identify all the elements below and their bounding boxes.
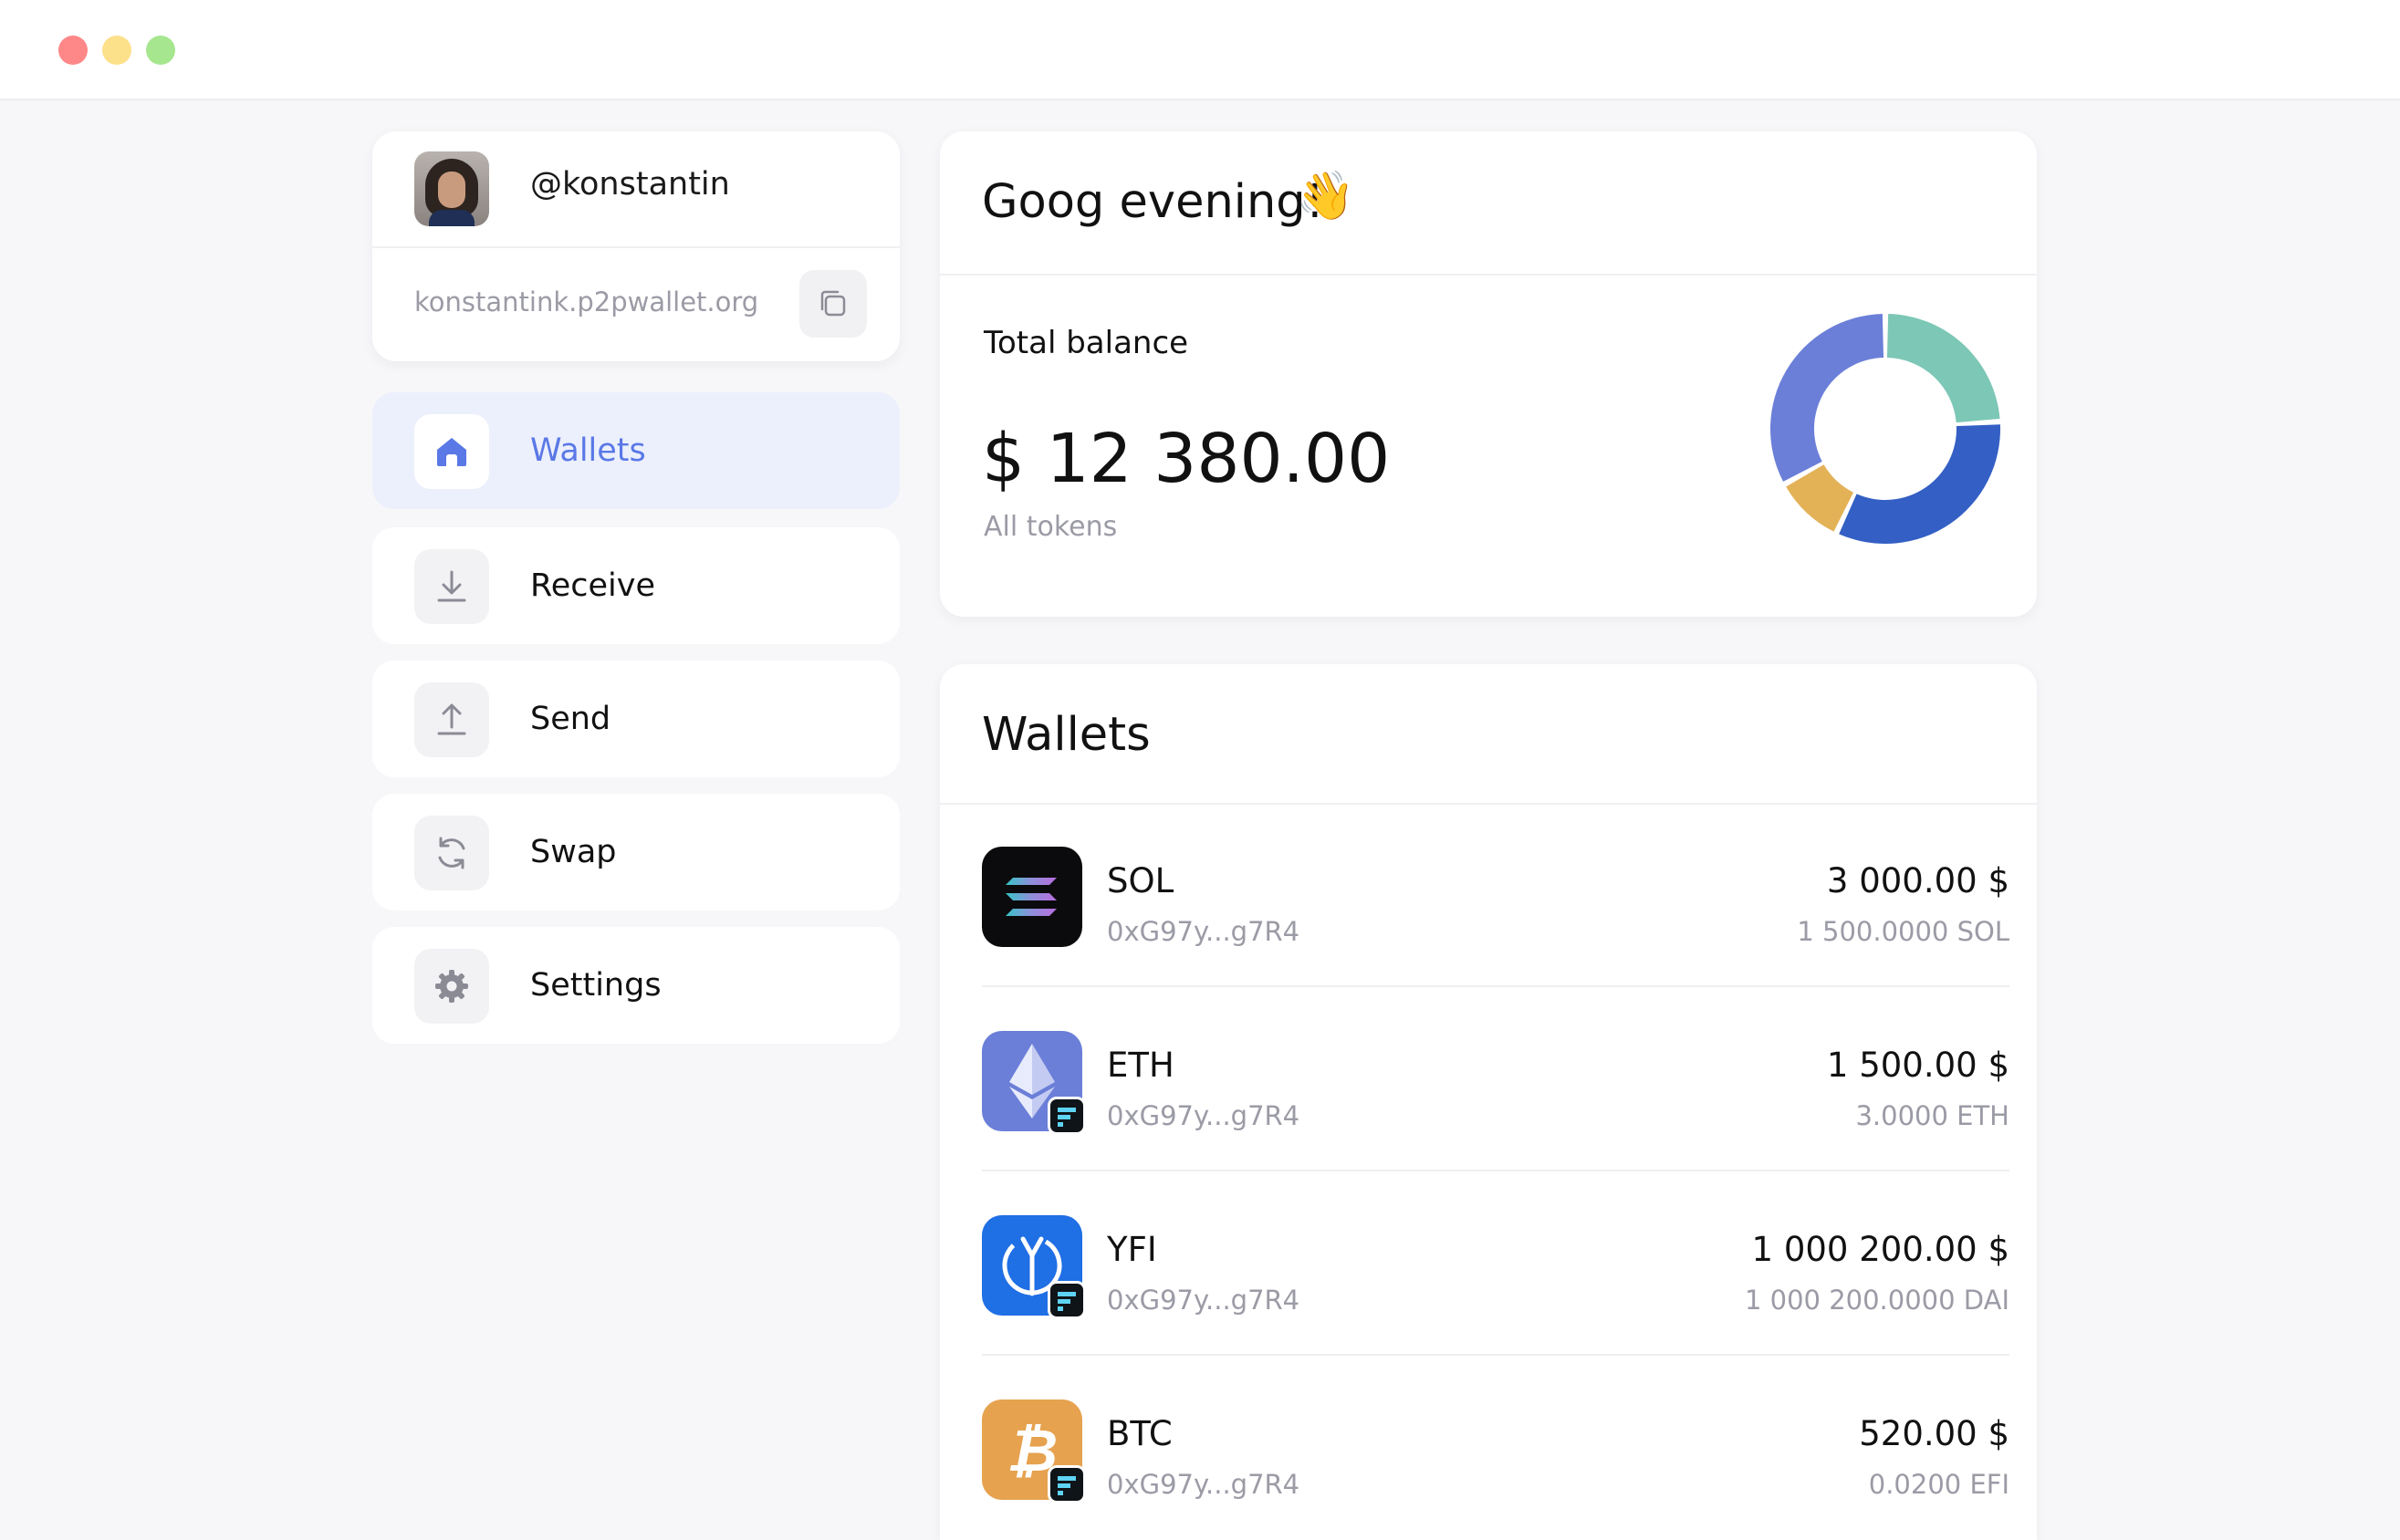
ethereum-logo-icon (982, 1031, 1086, 1135)
wallet-address: 0xG97y...g7R4 (1107, 1285, 1300, 1316)
sidebar-item-label: Wallets (530, 432, 646, 469)
wallet-token-amount: 3.0000 ETH (1855, 1100, 2009, 1131)
home-icon (414, 414, 489, 489)
avatar[interactable] (414, 151, 489, 226)
solana-logo-icon (982, 847, 1082, 947)
chain-badge-icon (1048, 1465, 1086, 1504)
sidebar-item-label: Receive (530, 567, 656, 604)
maximize-window-button[interactable] (146, 36, 175, 65)
copy-icon (820, 290, 846, 317)
chain-badge-icon (1048, 1097, 1086, 1135)
donut-slice-btc (1770, 314, 1884, 482)
wallet-row-btc[interactable]: ₿ BTC 0xG97y...g7R4 520.00 $ 0.0200 EFI (982, 1358, 2009, 1540)
window-titlebar (0, 0, 2400, 100)
wallet-token-amount: 1 500.0000 SOL (1797, 916, 2009, 947)
total-balance-label: Total balance (984, 325, 1189, 361)
username-handle: @konstantin (530, 166, 730, 203)
bitcoin-logo-icon: ₿ (982, 1400, 1086, 1504)
divider (982, 1170, 2009, 1171)
divider (372, 246, 900, 248)
sidebar-item-label: Send (530, 701, 611, 737)
balance-card: Goog evening! 👋 Total balance $ 12 380.0… (940, 131, 2037, 617)
wallet-symbol: YFI (1107, 1230, 1157, 1269)
wallet-symbol: SOL (1107, 861, 1174, 900)
wallets-card: Wallets SOL 0xG97y...g7R4 3 000.00 $ 1 5… (940, 664, 2037, 1540)
divider (982, 1354, 2009, 1356)
upload-icon (414, 682, 489, 757)
sidebar-item-send[interactable]: Send (372, 661, 900, 777)
yearn-logo-icon (982, 1215, 1086, 1319)
close-window-button[interactable] (58, 36, 88, 65)
wallet-usd-value: 1 000 200.00 $ (1751, 1230, 2009, 1269)
wallet-address: 0xG97y...g7R4 (1107, 1100, 1300, 1131)
wallet-address: 0xG97y...g7R4 (1107, 1469, 1300, 1500)
wallet-symbol: ETH (1107, 1046, 1174, 1085)
greeting-title: Goog evening! (982, 175, 1325, 229)
wallet-address: 0xG97y...g7R4 (1107, 916, 1300, 947)
refresh-icon (414, 816, 489, 890)
donut-slice-sol (1886, 314, 2000, 423)
donut-slice-eth (1839, 424, 2000, 544)
minimize-window-button[interactable] (102, 36, 131, 65)
wallet-domain: konstantink.p2pwallet.org (414, 286, 759, 317)
copy-domain-button[interactable] (799, 270, 867, 338)
wallet-token-amount: 0.0200 EFI (1868, 1469, 2009, 1500)
wallets-title: Wallets (982, 708, 1151, 762)
profile-card: @konstantin konstantink.p2pwallet.org (372, 131, 900, 361)
wallet-usd-value: 1 500.00 $ (1826, 1046, 2009, 1085)
divider (982, 985, 2009, 987)
wallet-row-yfi[interactable]: YFI 0xG97y...g7R4 1 000 200.00 $ 1 000 2… (982, 1173, 2009, 1356)
wallet-token-amount: 1 000 200.0000 DAI (1744, 1285, 2009, 1316)
sidebar-item-wallets[interactable]: Wallets (372, 392, 900, 509)
wallet-usd-value: 3 000.00 $ (1826, 861, 2009, 900)
waving-hand-icon: 👋 (1296, 169, 1355, 224)
gear-icon (414, 949, 489, 1024)
download-icon (414, 549, 489, 624)
chain-badge-icon (1048, 1281, 1086, 1319)
sidebar-item-label: Settings (530, 967, 662, 1004)
divider (940, 274, 2037, 276)
sidebar-item-settings[interactable]: Settings (372, 927, 900, 1044)
sidebar-item-swap[interactable]: Swap (372, 794, 900, 910)
sidebar-item-receive[interactable]: Receive (372, 527, 900, 644)
sidebar-item-label: Swap (530, 834, 617, 870)
total-balance-value: $ 12 380.00 (982, 420, 1391, 498)
wallet-symbol: BTC (1107, 1414, 1173, 1453)
wallet-row-eth[interactable]: ETH 0xG97y...g7R4 1 500.00 $ 3.0000 ETH (982, 989, 2009, 1171)
total-balance-subtitle: All tokens (984, 511, 1118, 543)
balance-donut-chart (1770, 314, 2000, 544)
wallet-usd-value: 520.00 $ (1859, 1414, 2009, 1453)
wallet-row-sol[interactable]: SOL 0xG97y...g7R4 3 000.00 $ 1 500.0000 … (982, 805, 2009, 987)
